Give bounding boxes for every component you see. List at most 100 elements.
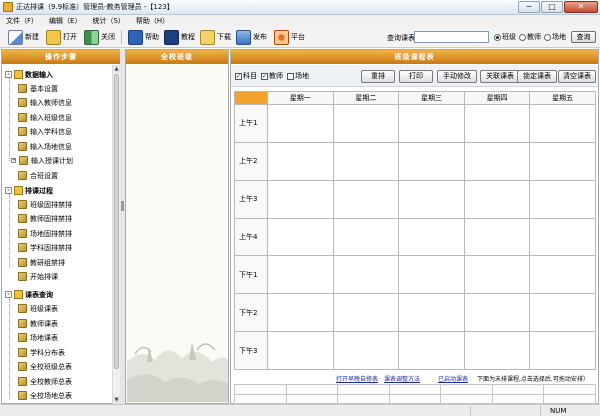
timetable-cell[interactable]: [529, 331, 596, 370]
unscheduled-cell[interactable]: [491, 393, 545, 404]
timetable-cell[interactable]: [529, 255, 596, 295]
close-file-button[interactable]: 关闭: [84, 29, 115, 45]
timetable-cell[interactable]: [398, 141, 465, 181]
timetable-cell[interactable]: [398, 331, 465, 370]
open-button[interactable]: 打开: [46, 29, 77, 45]
minimize-button[interactable]: ─: [518, 1, 540, 13]
timetable-cell[interactable]: [267, 331, 334, 370]
radio-venue[interactable]: 场地: [544, 32, 566, 42]
timetable-cell[interactable]: [398, 179, 465, 219]
started-timetable-link[interactable]: 已启动课表: [438, 374, 468, 383]
tree-item[interactable]: 学科固排禁排: [18, 242, 72, 253]
timetable-cell[interactable]: [267, 217, 334, 257]
help-button[interactable]: 帮助: [128, 29, 159, 45]
timetable-cell[interactable]: [332, 141, 400, 181]
tree-group-data-input[interactable]: - 数据输入: [5, 69, 53, 80]
timetable-cell[interactable]: [267, 104, 334, 143]
reschedule-button[interactable]: 重排: [361, 70, 395, 83]
tree-item[interactable]: 输入场地信息: [18, 141, 72, 152]
timetable-cell[interactable]: [398, 255, 465, 295]
timetable-cell[interactable]: [267, 179, 334, 219]
timetable-cell[interactable]: [332, 104, 400, 143]
radio-class[interactable]: 班级: [494, 32, 516, 42]
menu-stats[interactable]: 统计（S）: [92, 16, 124, 26]
timetable-cell[interactable]: [332, 255, 400, 295]
timetable-cell[interactable]: [332, 217, 400, 257]
timetable-cell[interactable]: [529, 179, 596, 219]
clear-timetable-button[interactable]: 清空课表: [558, 70, 596, 83]
timetable-cell[interactable]: [529, 293, 596, 333]
timetable-cell[interactable]: [463, 217, 531, 257]
tree-item[interactable]: 全校班级总表: [18, 361, 72, 372]
unscheduled-cell[interactable]: [440, 384, 493, 395]
unscheduled-cell[interactable]: [491, 384, 545, 395]
tree-item[interactable]: 班级固排禁排: [18, 199, 72, 210]
unscheduled-cell[interactable]: [388, 393, 442, 404]
query-input[interactable]: [414, 31, 489, 43]
unscheduled-cell[interactable]: [337, 393, 390, 404]
timetable-cell[interactable]: [463, 293, 531, 333]
platform-button[interactable]: 平台: [274, 29, 305, 45]
tree-item[interactable]: 输入教师信息: [18, 97, 72, 108]
collapse-toggle-icon[interactable]: -: [5, 187, 12, 194]
menu-help[interactable]: 帮助（H）: [136, 16, 169, 26]
link-timetable-button[interactable]: 关联课表: [480, 70, 520, 83]
timetable-cell[interactable]: [267, 293, 334, 333]
timetable-cell[interactable]: [463, 255, 531, 295]
timetable-cell[interactable]: [463, 331, 531, 370]
timetable-cell[interactable]: [529, 141, 596, 181]
unscheduled-cell[interactable]: [285, 384, 339, 395]
timetable-cell[interactable]: [463, 179, 531, 219]
tree-item[interactable]: 开始排课: [18, 271, 58, 282]
tree-item[interactable]: 教师课表: [18, 318, 58, 329]
tree-item[interactable]: 合班设置: [18, 170, 58, 181]
timetable-cell[interactable]: [463, 141, 531, 181]
download-button[interactable]: 下载: [200, 29, 231, 45]
timetable-cell[interactable]: [398, 217, 465, 257]
new-button[interactable]: 新建: [8, 29, 39, 45]
tree-item[interactable]: 输入学科信息: [18, 126, 72, 137]
tree-item[interactable]: 全校场地总表: [18, 390, 72, 401]
menu-edit[interactable]: 编辑（E）: [49, 16, 81, 26]
timetable-cell[interactable]: [529, 217, 596, 257]
adjust-method-link[interactable]: 课表调整方法: [384, 374, 420, 383]
expand-plus-icon[interactable]: +: [11, 158, 16, 163]
open-self-study-link[interactable]: 打开早晚自修表: [336, 374, 378, 383]
teacher-checkbox[interactable]: ✓ 教师: [261, 71, 283, 81]
venue-checkbox[interactable]: 场地: [287, 71, 309, 81]
tree-item[interactable]: 场地固排禁排: [18, 228, 72, 239]
publish-button[interactable]: 发布: [236, 29, 267, 45]
unscheduled-cell[interactable]: [234, 393, 287, 404]
scroll-up-icon[interactable]: ▲: [113, 65, 120, 73]
maximize-button[interactable]: □: [541, 1, 563, 13]
unscheduled-cell[interactable]: [543, 393, 596, 404]
tutorial-button[interactable]: 教程: [164, 29, 195, 45]
steps-scrollbar[interactable]: ▲ ▼: [112, 65, 120, 404]
tree-item-expandable[interactable]: + 输入授课计划: [11, 155, 73, 166]
scroll-down-icon[interactable]: ▼: [113, 396, 120, 404]
manual-edit-button[interactable]: 手动修改: [437, 70, 477, 83]
collapse-toggle-icon[interactable]: -: [5, 291, 12, 298]
timetable-cell[interactable]: [267, 255, 334, 295]
close-window-button[interactable]: ✕: [564, 1, 598, 13]
timetable-cell[interactable]: [332, 293, 400, 333]
unscheduled-cell[interactable]: [388, 384, 442, 395]
unscheduled-cell[interactable]: [234, 384, 287, 395]
timetable-cell[interactable]: [267, 141, 334, 181]
tree-group-query[interactable]: - 课表查询: [5, 289, 53, 300]
radio-teacher[interactable]: 教师: [519, 32, 541, 42]
unscheduled-cell[interactable]: [337, 384, 390, 395]
tree-item[interactable]: 班级课表: [18, 303, 58, 314]
tree-group-scheduling[interactable]: - 排课过程: [5, 185, 53, 196]
unscheduled-cell[interactable]: [440, 393, 493, 404]
tree-item[interactable]: 基本设置: [18, 83, 58, 94]
timetable-cell[interactable]: [332, 331, 400, 370]
lock-timetable-button[interactable]: 锁定课表: [517, 70, 557, 83]
tree-item[interactable]: 学科分布表: [18, 347, 65, 358]
scroll-thumb[interactable]: [114, 74, 119, 369]
query-button[interactable]: 查询: [571, 31, 596, 43]
timetable-cell[interactable]: [398, 104, 465, 143]
unscheduled-cell[interactable]: [285, 393, 339, 404]
tree-item[interactable]: 教研组禁排: [18, 257, 65, 268]
timetable-cell[interactable]: [398, 293, 465, 333]
